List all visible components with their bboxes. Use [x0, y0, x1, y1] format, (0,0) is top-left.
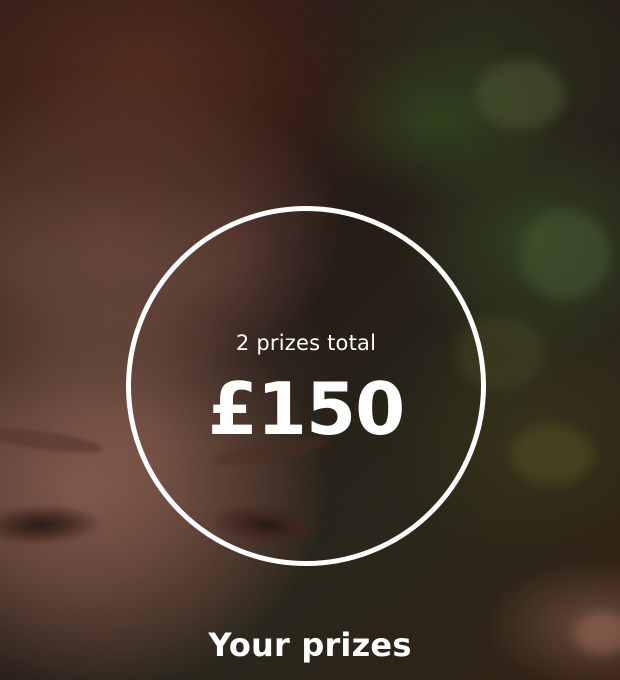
prize-total-ring: 2 prizes total £150 — [126, 206, 486, 566]
your-prizes-heading: Your prizes — [208, 626, 412, 664]
prize-total-amount: £150 — [207, 367, 405, 451]
prize-count-text: 2 prizes total — [235, 331, 377, 355]
prize-summary-screen: 2 prizes total £150 Your prizes — [0, 0, 620, 680]
